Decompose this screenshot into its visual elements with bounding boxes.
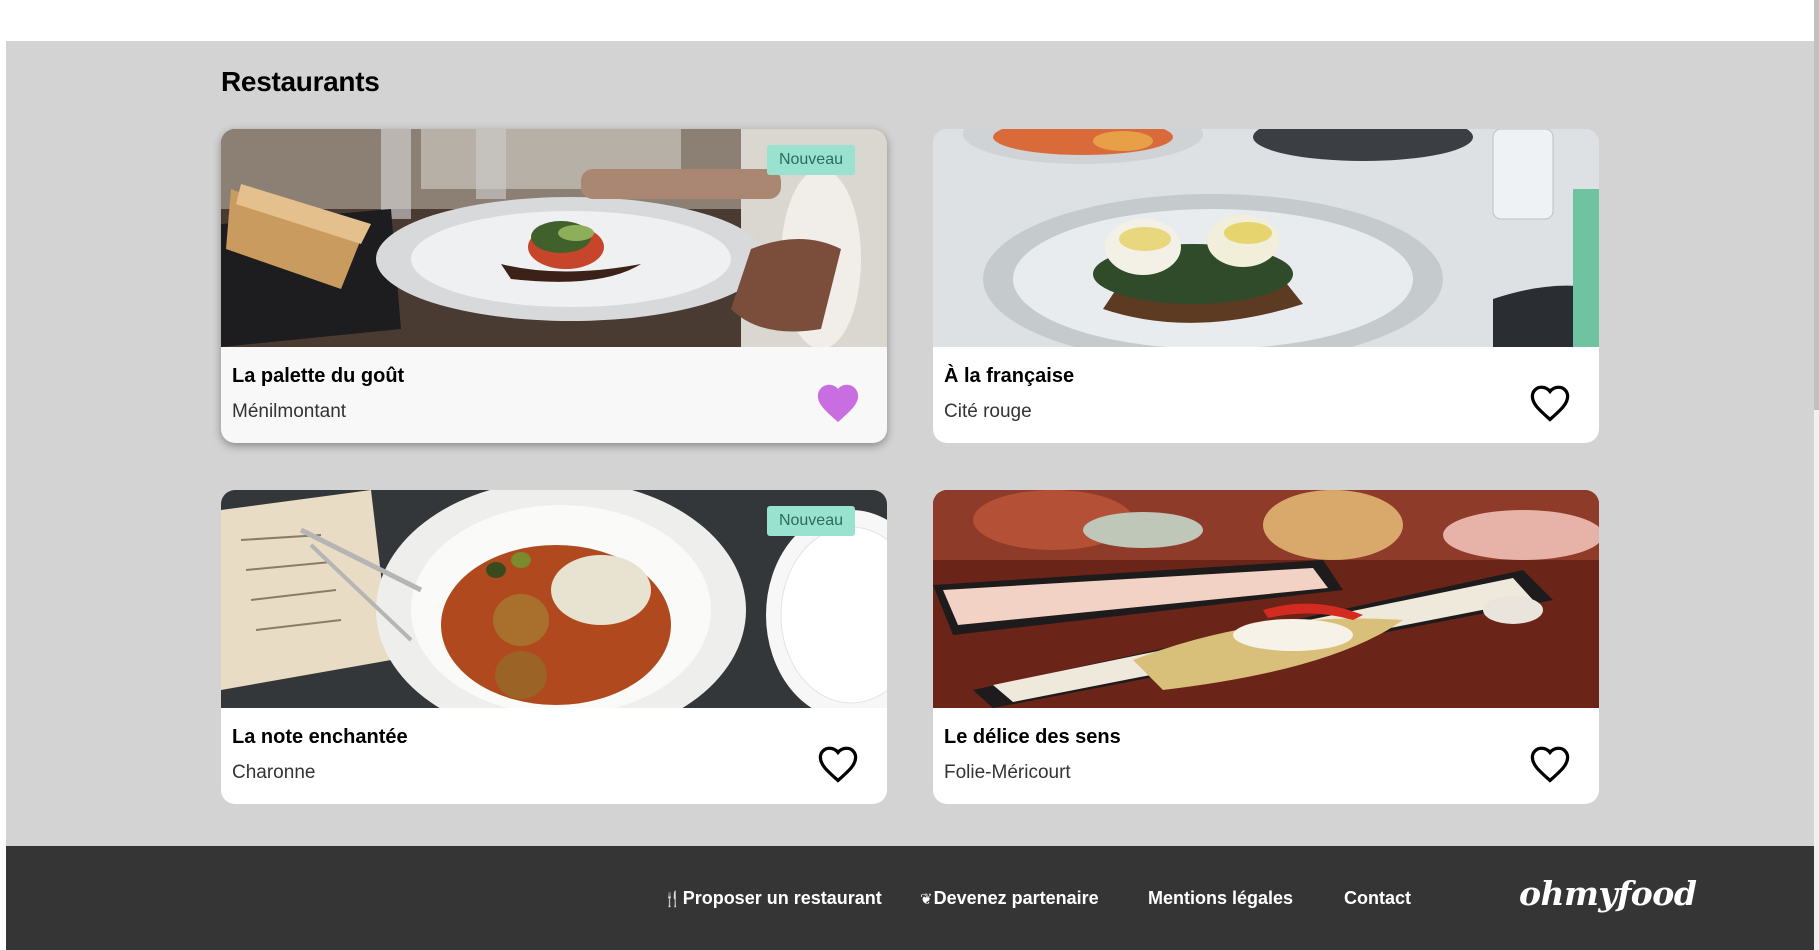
scrollbar-thumb[interactable] xyxy=(1814,0,1819,410)
restaurant-name: La note enchantée xyxy=(232,726,408,748)
restaurant-location: Folie-Méricourt xyxy=(944,762,1071,783)
leaf-icon: ❦ xyxy=(920,891,933,908)
become-partner-link[interactable]: ❦Devenez partenaire xyxy=(920,888,1099,909)
restaurant-name: La palette du goût xyxy=(232,365,405,387)
utensils-icon: 🍴 xyxy=(663,891,682,908)
heart-outline-icon xyxy=(818,746,858,783)
restaurant-card[interactable]: À la française Cité rouge xyxy=(933,129,1599,443)
restaurant-location: Ménilmontant xyxy=(232,401,347,422)
propose-restaurant-link[interactable]: 🍴Proposer un restaurant xyxy=(663,888,882,909)
header-area xyxy=(6,0,1814,41)
favorite-button[interactable] xyxy=(1527,381,1573,425)
logo[interactable]: ohmyfood xyxy=(1519,874,1697,913)
new-badge: Nouveau xyxy=(766,506,855,536)
heart-filled-icon xyxy=(817,384,859,423)
link-label: Devenez partenaire xyxy=(933,888,1099,908)
contact-link[interactable]: Contact xyxy=(1344,888,1411,909)
footer: 🍴Proposer un restaurant ❦Devenez partena… xyxy=(6,846,1814,950)
link-label: Contact xyxy=(1344,888,1411,908)
restaurant-photo xyxy=(933,490,1599,708)
link-label: Proposer un restaurant xyxy=(682,888,882,908)
favorite-button[interactable] xyxy=(815,742,861,786)
favorite-button[interactable] xyxy=(1527,742,1573,786)
heart-outline-icon xyxy=(1530,385,1570,422)
restaurant-location: Cité rouge xyxy=(944,401,1032,422)
legal-notice-link[interactable]: Mentions légales xyxy=(1148,888,1293,909)
restaurant-card[interactable]: Nouveau La palette du goût Ménilmontant xyxy=(221,129,887,443)
heart-outline-icon xyxy=(1530,746,1570,783)
new-badge: Nouveau xyxy=(766,145,855,175)
restaurant-photo xyxy=(933,129,1599,347)
section-title: Restaurants xyxy=(221,66,380,97)
restaurant-card[interactable]: Nouveau La note enchantée Charonne xyxy=(221,490,887,804)
restaurant-card[interactable]: Le délice des sens Folie-Méricourt xyxy=(933,490,1599,804)
restaurant-name: Le délice des sens xyxy=(944,726,1121,748)
favorite-button[interactable] xyxy=(815,381,861,425)
link-label: Mentions légales xyxy=(1148,888,1294,908)
restaurant-name: À la française xyxy=(944,365,1075,387)
restaurant-location: Charonne xyxy=(232,762,316,783)
